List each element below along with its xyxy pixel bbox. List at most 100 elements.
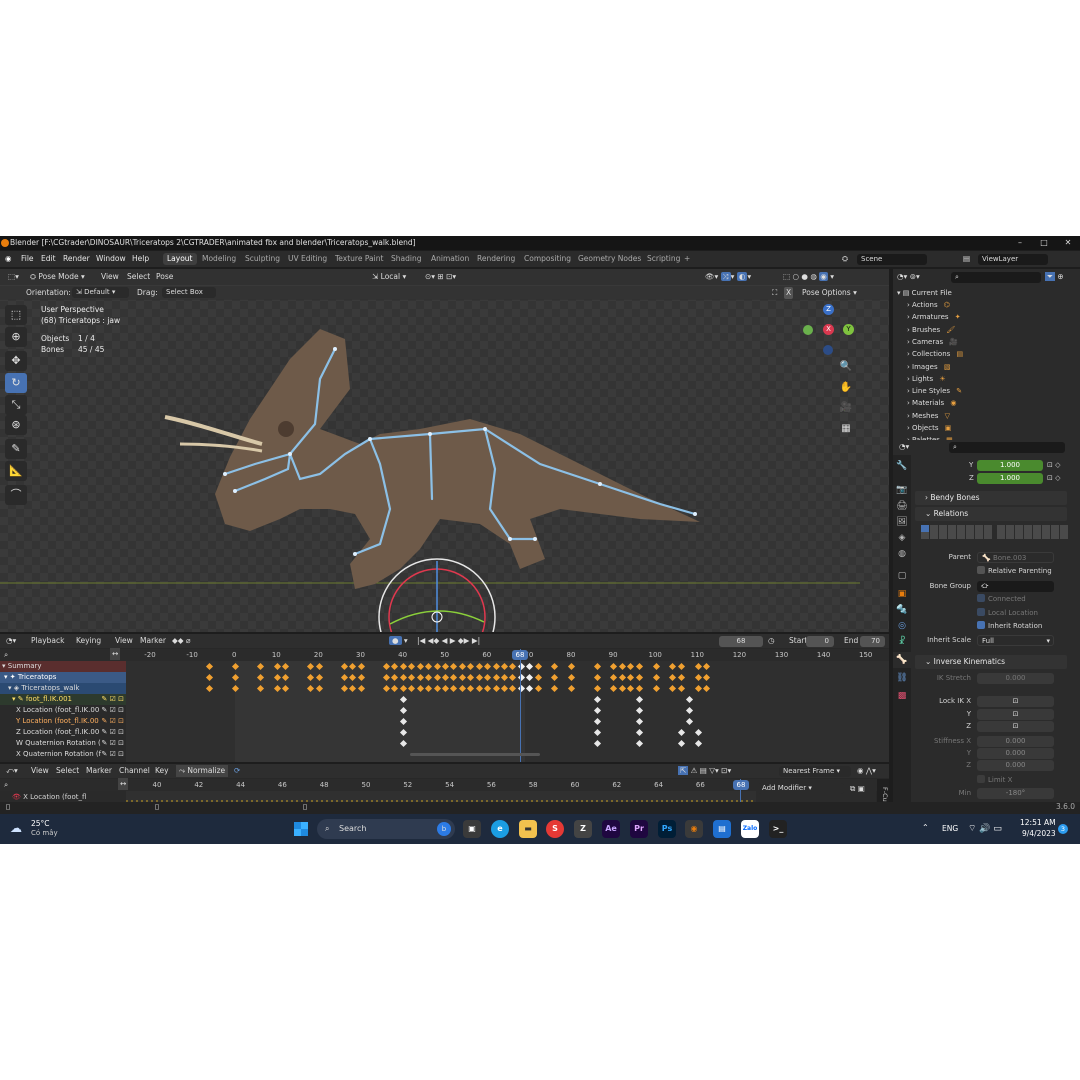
keyframe[interactable] xyxy=(652,684,660,693)
keyframe[interactable] xyxy=(475,662,483,671)
keyframe[interactable] xyxy=(281,684,290,693)
keyframe[interactable] xyxy=(509,662,517,671)
viewport-menu-select[interactable]: Select xyxy=(127,270,150,284)
keyframe[interactable] xyxy=(635,662,643,671)
keyframe[interactable] xyxy=(694,728,702,737)
keyframe[interactable] xyxy=(399,662,407,671)
zbrush-icon[interactable]: Z xyxy=(574,820,592,838)
weather-desc[interactable]: Có mây xyxy=(31,829,58,837)
keyframe[interactable] xyxy=(467,662,475,671)
keyframe[interactable] xyxy=(450,662,458,671)
camera-view-icon[interactable]: 🎥 xyxy=(838,400,854,416)
add-workspace-button[interactable]: + xyxy=(680,253,694,265)
keyframe[interactable] xyxy=(206,673,214,682)
keyframe[interactable] xyxy=(635,706,643,715)
normalize-toggle[interactable]: ⤳ Normalize xyxy=(176,765,229,777)
output-tab-icon[interactable]: 🖨 xyxy=(893,498,911,514)
dope-sheet[interactable]: ◔▾ Playback Keying View Marker ◆◆ ⌀ ● ▾ … xyxy=(0,634,889,762)
keyframe[interactable] xyxy=(231,662,239,671)
keyframe[interactable] xyxy=(593,684,601,693)
keyframe[interactable] xyxy=(627,673,635,682)
modifier-icons[interactable]: ⧉ ▣ xyxy=(850,782,865,796)
keyframe[interactable] xyxy=(349,662,357,671)
keyframe[interactable] xyxy=(635,717,643,726)
nav-gizmo-neg-y[interactable] xyxy=(803,325,813,335)
outliner-editor-icon[interactable]: ◔▾ ⊚▾ xyxy=(897,270,920,284)
keyframe[interactable] xyxy=(391,662,399,671)
keyframe[interactable] xyxy=(467,684,475,693)
pivot-snap-icons[interactable]: ⊙▾ ⊞ ⊡▾ xyxy=(425,270,456,284)
local-location-row[interactable]: Local Location xyxy=(977,607,1080,620)
playhead-badge[interactable]: 68 xyxy=(512,650,528,660)
keyframe[interactable] xyxy=(281,673,290,682)
visibility-icons[interactable]: 👁▾ ⤨ ▾ ◐ ▾ xyxy=(705,270,751,284)
outliner-item[interactable]: › Armatures ✦ xyxy=(907,311,1080,323)
keyframe[interactable] xyxy=(433,684,441,693)
keyframe[interactable] xyxy=(441,662,450,671)
keyframe-type-icons[interactable]: ◆◆ ⌀ xyxy=(172,634,190,648)
keyframe[interactable] xyxy=(509,673,517,682)
graph-menu-view[interactable]: View xyxy=(31,764,49,778)
playback-controls[interactable]: |◀ ◀◆ ◀ ▶ ◆▶ ▶| xyxy=(417,634,480,648)
properties-editor-icon[interactable]: ◔▾ xyxy=(899,440,909,454)
keyframe[interactable] xyxy=(425,662,433,671)
parent-field[interactable]: 🦴 Bone.003 xyxy=(977,552,1054,563)
keyframe[interactable] xyxy=(399,717,407,726)
keyframe[interactable] xyxy=(686,706,694,715)
scene-tab-icon[interactable]: ◈ xyxy=(893,530,911,546)
close-button[interactable]: ✕ xyxy=(1056,236,1080,250)
pose-options-dropdown[interactable]: Pose Options ▾ xyxy=(802,286,857,300)
blender-taskbar-icon[interactable]: ◉ xyxy=(685,820,703,838)
channel-toggle-icons[interactable]: ✎ ☑ ⊡ xyxy=(101,716,124,727)
keyframe[interactable] xyxy=(425,684,433,693)
ik-panel[interactable]: ⌄ Inverse Kinematics xyxy=(915,655,1067,669)
keyframe[interactable] xyxy=(627,662,635,671)
keyframe[interactable] xyxy=(635,739,643,748)
connected-row[interactable]: Connected xyxy=(977,593,1080,606)
world-tab-icon[interactable]: ◍ xyxy=(893,546,911,562)
keyframe[interactable] xyxy=(315,662,323,671)
bone-layers-grid-b[interactable] xyxy=(997,525,1069,539)
keyframe[interactable] xyxy=(677,684,685,693)
channel-row[interactable]: ▾ ✎ foot_fl.IK.001 ✎ ☑ ⊡ xyxy=(0,694,126,705)
substance-icon[interactable]: S xyxy=(546,820,564,838)
keyframe[interactable] xyxy=(484,684,492,693)
object-tab-icon[interactable]: ▣ xyxy=(893,586,911,602)
annotate-tool[interactable]: ✎ xyxy=(5,439,27,459)
menu-render[interactable]: Render xyxy=(63,251,90,267)
remote-desktop-icon[interactable]: ▤ xyxy=(713,820,731,838)
connected-checkbox[interactable] xyxy=(977,594,985,602)
editor-type-icon[interactable]: ⬚▾ xyxy=(8,270,19,284)
lock-ik-z-toggle[interactable]: ⊡ xyxy=(977,721,1054,732)
scale-y-field[interactable]: 1.000 xyxy=(977,460,1043,471)
graph-playhead-badge[interactable]: 68 xyxy=(733,780,749,790)
keyframe[interactable] xyxy=(484,662,492,671)
keyframe[interactable] xyxy=(349,673,357,682)
keyframe[interactable] xyxy=(399,673,407,682)
stiffness-x-field[interactable]: 0.000 xyxy=(977,736,1054,747)
outliner-search[interactable]: ⌕ xyxy=(951,272,1041,283)
timeline-menu-view[interactable]: View xyxy=(115,634,133,648)
outliner-item[interactable]: › Images ▧ xyxy=(907,361,1080,373)
limit-x-row[interactable]: Limit X xyxy=(977,774,1080,787)
language-indicator[interactable]: ENG xyxy=(942,824,958,833)
keyframe[interactable] xyxy=(450,673,458,682)
relax-pose-tool[interactable]: ⌒ xyxy=(5,485,27,505)
keyframe[interactable] xyxy=(500,673,508,682)
keyframe[interactable] xyxy=(256,673,264,682)
keyframe[interactable] xyxy=(618,662,626,671)
render-tab-icon[interactable]: 📷 xyxy=(893,482,911,498)
blender-menu-icon[interactable]: ◉ xyxy=(5,251,12,267)
move-tool[interactable]: ✥ xyxy=(5,351,27,371)
keyframe[interactable] xyxy=(231,684,239,693)
end-frame-field[interactable]: 70 xyxy=(860,636,885,647)
timeline-menu-playback[interactable]: Playback xyxy=(31,634,64,648)
inherit-rotation-checkbox[interactable] xyxy=(977,621,985,629)
keyframe[interactable] xyxy=(652,673,660,682)
timeline-editor-icon[interactable]: ◔▾ xyxy=(6,634,16,648)
keyframe[interactable] xyxy=(593,695,601,704)
channel-toggle-icons[interactable]: ✎ ☑ ⊡ xyxy=(101,738,124,749)
keyframe[interactable] xyxy=(307,662,315,671)
weather-temp[interactable]: 25°C xyxy=(31,819,50,828)
keyframe[interactable] xyxy=(652,662,660,671)
